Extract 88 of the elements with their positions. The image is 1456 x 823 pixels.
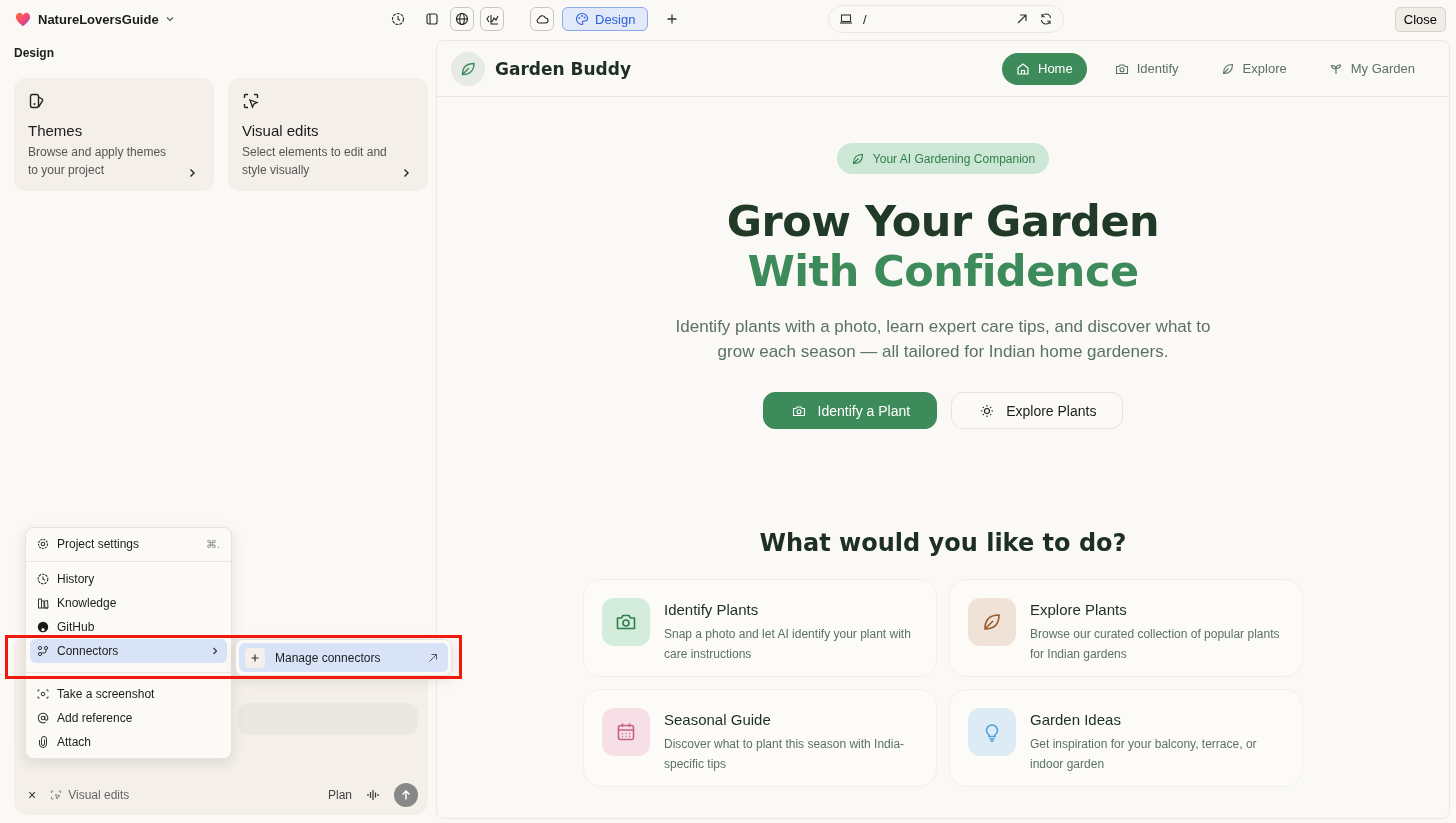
globe-icon (455, 12, 469, 26)
nav-link[interactable]: Explore (1206, 52, 1301, 85)
design-tab[interactable]: Design (562, 7, 649, 31)
plus-icon (245, 647, 265, 668)
feature-card[interactable]: Explore Plants Browse our curated collection of popular plants for Indian gardens (949, 579, 1303, 677)
laptop-icon (839, 12, 853, 26)
menu-item[interactable]: Knowledge (30, 591, 227, 615)
plus-icon (665, 12, 680, 26)
cloud-icon (535, 12, 549, 26)
shortcut-hint: ⌘. (205, 537, 220, 551)
logo-icon (14, 10, 32, 28)
home-icon (1016, 61, 1030, 76)
open-external-icon (428, 652, 438, 663)
card-title: Themes (28, 122, 84, 139)
menu-item[interactable]: Connectors (30, 639, 227, 663)
swatch-icon (28, 92, 46, 110)
menu-item[interactable]: History (30, 567, 227, 591)
selection-cursor-icon (50, 789, 63, 801)
feature-description: Get inspiration for your balcony, terrace, or indoor garden (1030, 736, 1258, 773)
headline: With Confidence (747, 246, 1139, 296)
nav-link[interactable]: My Garden (1314, 52, 1429, 85)
feature-card[interactable]: Garden Ideas Get inspiration for your balcony, terrace, or indoor garden (949, 689, 1303, 787)
section-title: What would you like to do? (759, 529, 1127, 557)
refresh-icon[interactable] (1039, 12, 1053, 26)
feature-title: Explore Plants (1030, 601, 1128, 618)
feature-description: Snap a photo and let AI identify your plant with care instructions (664, 626, 912, 663)
books-icon (37, 597, 49, 609)
at-icon (37, 712, 49, 724)
connectors-icon (37, 645, 49, 657)
globe-button[interactable] (450, 7, 474, 31)
brand-name: Garden Buddy (495, 58, 631, 79)
sidebar-icon (425, 12, 439, 26)
menu-item[interactable]: Project settings ⌘. (30, 532, 227, 556)
palette-icon (575, 12, 589, 26)
explore-button[interactable]: Explore Plants (951, 392, 1124, 429)
menu-item[interactable]: Add reference (30, 706, 227, 730)
chevron-down-icon (164, 14, 175, 24)
nav-link[interactable]: Home (1002, 52, 1087, 85)
feature-title: Identify Plants (664, 601, 760, 618)
card-description: Select elements to edit and style visually (242, 144, 388, 179)
card-title: Visual edits (242, 122, 320, 139)
analytics-button[interactable] (480, 7, 504, 31)
sun-icon (980, 403, 995, 418)
camera-icon (1114, 61, 1129, 76)
menu-item[interactable]: Attach (30, 730, 227, 754)
menu-item[interactable]: GitHub (30, 615, 227, 639)
calendar-icon (615, 721, 637, 743)
feature-title: Seasonal Guide (664, 711, 772, 728)
voice-icon[interactable] (366, 788, 380, 802)
close-button[interactable]: Close (1394, 6, 1446, 32)
url-text: / (863, 11, 867, 27)
card-description: Browse and apply themes to your project (28, 144, 168, 179)
settings-icon (37, 538, 49, 550)
menu-item[interactable]: Take a screenshot (30, 682, 227, 706)
leaf-icon (1220, 61, 1235, 76)
chart-icon (485, 12, 499, 26)
feature-card[interactable]: Identify Plants Snap a photo and let AI identify your plant with care instructions (583, 579, 937, 677)
feature-card[interactable]: Seasonal Guide Discover what to plant this season with India-specific tips (583, 689, 937, 787)
leaf-icon (981, 611, 1003, 633)
panel-title: Design (14, 45, 55, 62)
menu-item[interactable]: Manage connectors (239, 643, 448, 672)
close-chip-button[interactable]: × (28, 787, 37, 803)
open-external-icon[interactable] (1015, 12, 1029, 26)
visual-edits-button[interactable]: Visual edits (50, 788, 130, 802)
history-icon (391, 12, 405, 26)
camera-icon (791, 403, 806, 418)
project-switcher[interactable]: NatureLoversGuide (38, 11, 175, 27)
leaf-icon (850, 151, 865, 166)
paperclip-icon (37, 736, 49, 748)
cloud-button[interactable] (530, 7, 554, 31)
camera-icon (37, 688, 49, 700)
nav-link[interactable]: Identify (1100, 52, 1193, 85)
tagline-badge: Your AI Gardening Companion (836, 143, 1050, 174)
feature-title: Garden Ideas (1030, 711, 1122, 728)
send-button[interactable] (394, 783, 418, 807)
arrow-up-icon (400, 789, 412, 801)
selection-cursor-icon (242, 92, 260, 110)
identify-button[interactable]: Identify a Plant (762, 392, 938, 429)
leaf-icon (451, 51, 485, 86)
feature-description: Browse our curated collection of popular plants for Indian gardens (1030, 626, 1281, 663)
history-icon (37, 573, 49, 585)
feature-description: Discover what to plant this season with India-specific tips (664, 736, 906, 773)
plan-button[interactable]: Plan (327, 788, 352, 802)
headline: Grow Your Garden (726, 196, 1160, 246)
option-card[interactable]: Visual edits Select elements to edit and style visually (228, 78, 428, 191)
sprout-icon (1328, 61, 1343, 76)
option-card[interactable]: Themes Browse and apply themes to your project (14, 78, 214, 191)
intro-text: Identify plants with a photo, learn expert care tips, and discover what to grow each season — all tailored for Indian home gardeners. (674, 316, 1212, 363)
